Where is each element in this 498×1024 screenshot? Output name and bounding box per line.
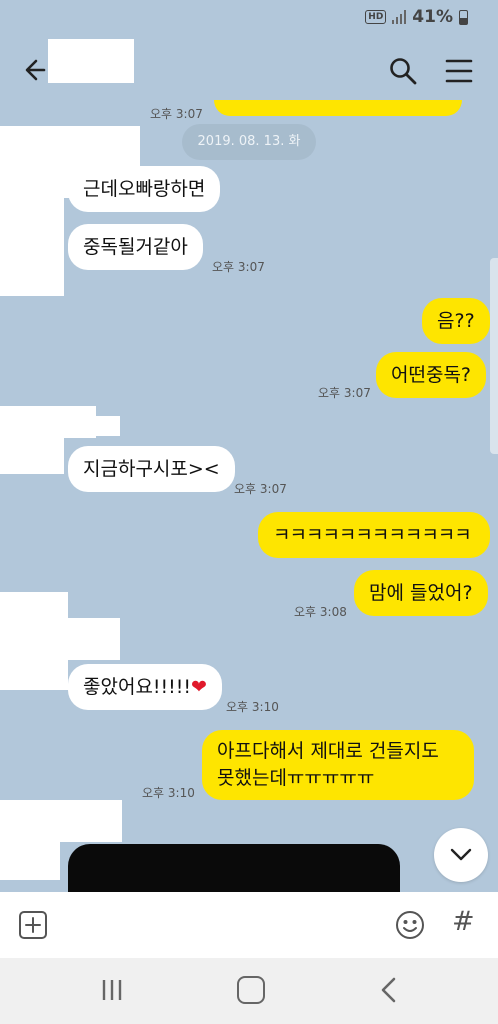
message-time: 오후 3:10 [142, 786, 195, 800]
chevron-down-icon [450, 848, 472, 861]
hamburger-menu-icon[interactable] [444, 58, 474, 84]
chat-area[interactable]: 오후 3:07 2019. 08. 13. 화 근데오빠랑하면 중독될거같아 오… [0, 100, 498, 892]
message-bubble-in: 지금하구시포>< [68, 446, 235, 492]
chat-header [0, 34, 498, 110]
search-icon[interactable] [388, 56, 418, 86]
message-time: 오후 3:08 [294, 605, 347, 619]
battery-percent: 41% [412, 7, 453, 27]
status-right: HD 41% [365, 7, 468, 27]
emoji-icon[interactable] [394, 909, 426, 941]
recent-apps-icon[interactable] [100, 978, 124, 1002]
hash-button[interactable]: # [452, 906, 475, 937]
message-time: 오후 3:07 [150, 107, 203, 121]
message-input-bar[interactable]: # [0, 892, 498, 958]
redacted-profile [64, 618, 120, 660]
message-time: 오후 3:07 [318, 386, 371, 400]
date-divider: 2019. 08. 13. 화 [182, 124, 316, 160]
heart-emoji-icon: ❤ [191, 676, 207, 698]
redacted-profile [0, 840, 60, 880]
message-time: 오후 3:10 [226, 700, 279, 714]
message-bubble-out: 맘에 들었어? [354, 570, 488, 616]
redacted-profile [0, 592, 68, 690]
message-bubble-in: 좋았어요!!!!!❤ [68, 664, 222, 710]
battery-icon [459, 9, 468, 25]
redacted-profile [0, 800, 122, 842]
status-bar: HD 41% [0, 0, 498, 34]
signal-icon [392, 10, 407, 24]
redacted-media [68, 844, 400, 892]
message-time: 오후 3:07 [212, 260, 265, 274]
redacted-profile [64, 416, 120, 436]
home-button-icon[interactable] [237, 976, 265, 1004]
scroll-down-button[interactable] [434, 828, 488, 882]
message-bubble-in: 중독될거같아 [68, 224, 203, 270]
message-time: 오후 3:07 [234, 482, 287, 496]
message-bubble-out-partial [214, 100, 462, 116]
system-nav-bar [0, 958, 498, 1024]
redacted-profile [0, 196, 64, 296]
scrollbar[interactable] [490, 258, 498, 454]
hd-voice-badge: HD [365, 10, 387, 24]
redacted-profile [0, 436, 64, 474]
back-nav-icon[interactable] [378, 976, 400, 1004]
message-bubble-out: ㅋㅋㅋㅋㅋㅋㅋㅋㅋㅋㅋㅋ [258, 512, 490, 558]
message-text: 좋았어요!!!!! [83, 676, 192, 698]
redacted-chat-name [48, 39, 134, 83]
message-bubble-in: 근데오빠랑하면 [68, 166, 221, 212]
message-bubble-out: 음?? [422, 298, 490, 344]
plus-icon[interactable] [18, 910, 48, 940]
message-bubble-out: 어떤중독? [376, 352, 487, 398]
message-bubble-out: 아프다해서 제대로 건들지도 못했는데ㅠㅠㅠㅠㅠ [202, 730, 474, 800]
